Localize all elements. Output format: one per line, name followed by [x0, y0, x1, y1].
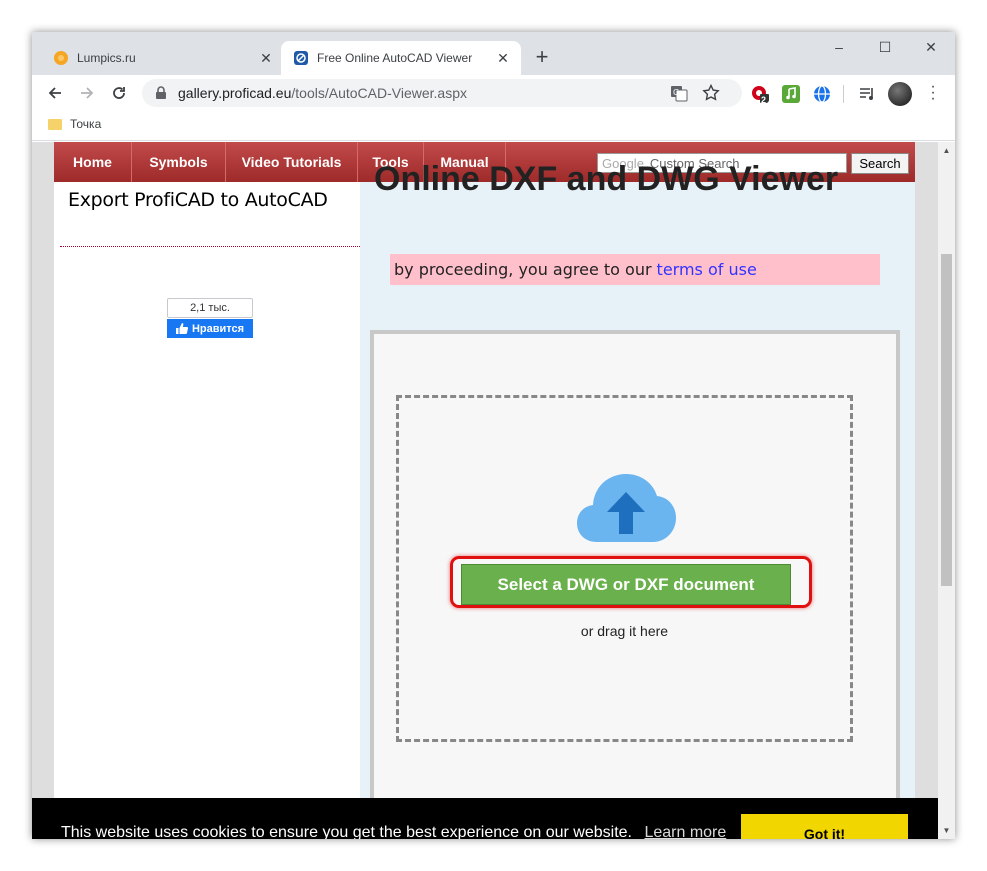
- back-button[interactable]: [43, 81, 67, 105]
- scroll-down-icon[interactable]: ▼: [938, 822, 955, 839]
- orange-circle-icon: [54, 51, 68, 65]
- facebook-like-widget: 2,1 тыс. Нравится: [167, 298, 253, 338]
- divider: [60, 246, 360, 247]
- tab-autocad-viewer[interactable]: Free Online AutoCAD Viewer ✕: [281, 41, 521, 75]
- new-tab-button[interactable]: +: [530, 46, 554, 70]
- tab-close-icon[interactable]: ✕: [495, 50, 511, 66]
- select-button-highlight: Select a DWG or DXF document: [450, 556, 812, 608]
- cookie-message: This website uses cookies to ensure you …: [61, 824, 727, 839]
- tab-title: Lumpics.ru: [77, 51, 136, 65]
- translate-icon[interactable]: G: [670, 84, 688, 102]
- reload-button[interactable]: [107, 81, 131, 105]
- left-sidebar: Export ProfiCAD to AutoCAD 2,1 тыс. Нрав…: [54, 182, 360, 839]
- bookmark-item[interactable]: Точка: [48, 117, 101, 131]
- proficad-icon: [294, 51, 308, 65]
- upload-panel: Select a DWG or DXF document or drag it …: [370, 330, 900, 839]
- accept-cookies-button[interactable]: Got it!: [741, 814, 908, 839]
- url-text: gallery.proficad.eu/tools/AutoCAD-Viewer…: [178, 85, 467, 101]
- nav-home[interactable]: Home: [54, 142, 132, 182]
- learn-more-link[interactable]: Learn more: [644, 824, 726, 839]
- forward-arrow-icon: [81, 87, 94, 99]
- bookmarks-bar: Точка: [32, 111, 955, 141]
- terms-notice: by proceeding, you agree to our terms of…: [390, 254, 880, 285]
- opera-extension-icon[interactable]: [751, 85, 769, 103]
- toolbar-divider: [843, 85, 844, 103]
- terms-of-use-link[interactable]: terms of use: [657, 260, 757, 279]
- cloud-upload-icon: [577, 474, 676, 542]
- select-document-button[interactable]: Select a DWG or DXF document: [461, 564, 791, 605]
- music-extension-icon[interactable]: [782, 85, 800, 103]
- bookmark-label: Точка: [70, 117, 102, 131]
- globe-extension-icon[interactable]: [813, 85, 831, 103]
- forward-button[interactable]: [75, 81, 99, 105]
- avatar[interactable]: [888, 82, 912, 106]
- extension-badge: 2: [761, 95, 767, 105]
- minimize-button[interactable]: –: [816, 32, 862, 62]
- tab-strip: Lumpics.ru ✕ Free Online AutoCAD Viewer …: [32, 32, 955, 75]
- maximize-button[interactable]: ☐: [862, 32, 908, 62]
- drag-hint: or drag it here: [580, 623, 669, 639]
- close-window-button[interactable]: ✕: [908, 32, 954, 62]
- tab-lumpics[interactable]: Lumpics.ru ✕: [41, 41, 284, 75]
- sidebar-heading[interactable]: Export ProfiCAD to AutoCAD: [68, 188, 328, 213]
- drop-zone[interactable]: Select a DWG or DXF document or drag it …: [396, 395, 853, 742]
- search-button[interactable]: Search: [851, 153, 909, 174]
- address-bar[interactable]: gallery.proficad.eu/tools/AutoCAD-Viewer…: [142, 79, 742, 107]
- nav-symbols[interactable]: Symbols: [132, 142, 226, 182]
- nav-video-tutorials[interactable]: Video Tutorials: [226, 142, 358, 182]
- svg-text:G: G: [673, 88, 679, 97]
- like-count: 2,1 тыс.: [167, 298, 253, 318]
- bookmark-star-icon[interactable]: [702, 84, 720, 102]
- lock-icon: [156, 86, 166, 99]
- browser-toolbar: gallery.proficad.eu/tools/AutoCAD-Viewer…: [32, 75, 955, 111]
- menu-icon[interactable]: · · ·: [925, 79, 941, 107]
- tab-close-icon[interactable]: ✕: [258, 50, 274, 66]
- reload-icon: [113, 87, 125, 99]
- media-control-icon[interactable]: [858, 85, 876, 103]
- vertical-scrollbar[interactable]: ▲ ▼: [938, 142, 955, 839]
- tab-title: Free Online AutoCAD Viewer: [317, 51, 473, 65]
- folder-icon: [48, 118, 62, 130]
- web-page: Home Symbols Video Tutorials Tools Manua…: [54, 142, 915, 839]
- like-button[interactable]: Нравится: [167, 319, 253, 338]
- thumbs-up-icon: [175, 323, 188, 334]
- main-content: Online DXF and DWG Viewer by proceeding,…: [360, 160, 915, 839]
- scroll-up-icon[interactable]: ▲: [938, 142, 955, 159]
- page-viewport: Home Symbols Video Tutorials Tools Manua…: [32, 142, 938, 839]
- page-title: Online DXF and DWG Viewer: [374, 160, 839, 198]
- browser-window: Lumpics.ru ✕ Free Online AutoCAD Viewer …: [32, 32, 955, 839]
- cookie-banner: This website uses cookies to ensure you …: [32, 798, 938, 839]
- back-arrow-icon: [48, 87, 61, 99]
- scrollbar-thumb[interactable]: [941, 254, 952, 586]
